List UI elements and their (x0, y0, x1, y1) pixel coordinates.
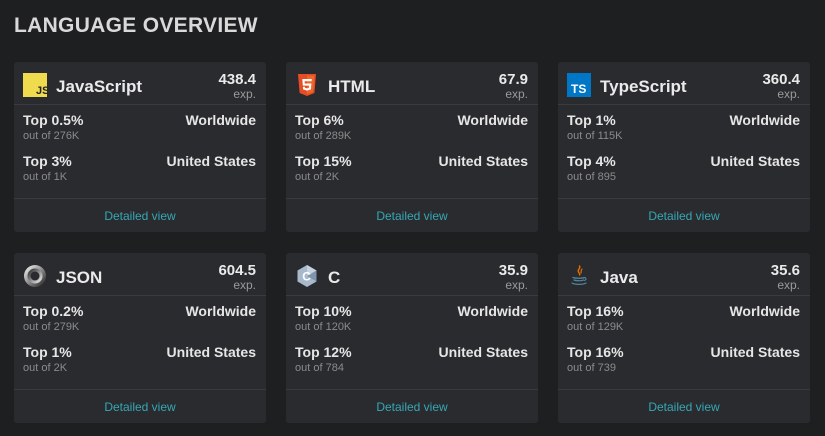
rank-united-states: Top 3% out of 1K United States (14, 146, 266, 187)
rank-worldwide: Top 1% out of 115K Worldwide (558, 105, 810, 146)
rank-worldwide: Top 6% out of 289K Worldwide (286, 105, 538, 146)
json-icon (23, 264, 47, 288)
svg-text:JS: JS (36, 85, 47, 97)
rank-region: United States (710, 153, 800, 169)
rank-united-states: Top 4% out of 895 United States (558, 146, 810, 187)
rank-total: out of 784 (295, 362, 344, 374)
rank-region: Worldwide (729, 303, 800, 319)
rank-total: out of 2K (23, 362, 68, 374)
experience-value: 438.4 (218, 71, 256, 88)
rank-percentile: Top 10% (295, 303, 352, 319)
rank-percentile: Top 12% (295, 344, 352, 360)
rank-total: out of 279K (23, 321, 80, 333)
rank-region: Worldwide (457, 112, 528, 128)
rank-region: Worldwide (729, 112, 800, 128)
language-name: Java (600, 268, 638, 287)
rank-total: out of 120K (295, 321, 352, 333)
rank-percentile: Top 16% (567, 344, 624, 360)
experience-value: 67.9 (498, 71, 528, 88)
rank-region: United States (710, 344, 800, 360)
experience-unit: exp. (505, 278, 528, 292)
rank-region: United States (166, 153, 256, 169)
experience-unit: exp. (233, 87, 256, 101)
rank-region: United States (166, 344, 256, 360)
detailed-view-link[interactable]: Detailed view (104, 209, 175, 223)
card-header: TS TypeScript 360.4 exp. (558, 62, 810, 105)
typescript-icon: TS (567, 73, 591, 97)
page-title: LANGUAGE OVERVIEW (14, 14, 258, 37)
rank-percentile: Top 6% (295, 112, 344, 128)
detailed-view-link[interactable]: Detailed view (648, 400, 719, 414)
rank-region: Worldwide (185, 112, 256, 128)
javascript-icon: JS (23, 73, 47, 97)
rank-total: out of 739 (567, 362, 616, 374)
experience-value: 35.6 (770, 262, 800, 279)
language-overview-page: LANGUAGE OVERVIEW JS JavaScript 438.4 ex… (0, 0, 825, 436)
rank-percentile: Top 4% (567, 153, 616, 169)
experience-unit: exp. (777, 278, 800, 292)
detailed-view-link[interactable]: Detailed view (104, 400, 175, 414)
c-language-icon: C (295, 264, 319, 288)
html5-icon (295, 73, 319, 97)
rank-united-states: Top 1% out of 2K United States (14, 337, 266, 378)
language-card-typescript: TS TypeScript 360.4 exp. Top 1% out of 1… (558, 62, 810, 232)
rank-total: out of 115K (567, 130, 623, 142)
rank-percentile: Top 16% (567, 303, 624, 319)
rank-region: United States (438, 153, 528, 169)
rank-united-states: Top 16% out of 739 United States (558, 337, 810, 378)
svg-text:C: C (302, 270, 311, 284)
rank-percentile: Top 1% (567, 112, 616, 128)
experience-value: 360.4 (762, 71, 800, 88)
detailed-view-link[interactable]: Detailed view (648, 209, 719, 223)
rank-total: out of 276K (23, 130, 80, 142)
language-name: C (328, 268, 341, 287)
svg-text:TS: TS (571, 82, 586, 96)
rank-total: out of 129K (567, 321, 624, 333)
card-header: C C 35.9 exp. (286, 253, 538, 296)
language-card-html: HTML 67.9 exp. Top 6% out of 289K Worldw… (286, 62, 538, 232)
rank-united-states: Top 12% out of 784 United States (286, 337, 538, 378)
java-icon (567, 264, 591, 288)
rank-total: out of 1K (23, 171, 68, 183)
language-name: JSON (56, 268, 103, 287)
card-header: JSON 604.5 exp. (14, 253, 266, 296)
experience-value: 604.5 (218, 262, 256, 279)
rank-percentile: Top 0.2% (23, 303, 84, 319)
rank-worldwide: Top 0.5% out of 276K Worldwide (14, 105, 266, 146)
language-card-java: Java 35.6 exp. Top 16% out of 129K World… (558, 253, 810, 423)
rank-percentile: Top 0.5% (23, 112, 84, 128)
card-header: JS JavaScript 438.4 exp. (14, 62, 266, 105)
language-name: JavaScript (56, 77, 142, 96)
experience-unit: exp. (505, 87, 528, 101)
rank-total: out of 289K (295, 130, 352, 142)
rank-percentile: Top 15% (295, 153, 352, 169)
rank-united-states: Top 15% out of 2K United States (286, 146, 538, 187)
language-card-javascript: JS JavaScript 438.4 exp. Top 0.5% out of… (14, 62, 266, 232)
rank-worldwide: Top 0.2% out of 279K Worldwide (14, 296, 266, 337)
detailed-view-link[interactable]: Detailed view (376, 209, 447, 223)
language-card-c: C C 35.9 exp. Top 10% out of 120K Worldw… (286, 253, 538, 423)
rank-total: out of 2K (295, 171, 340, 183)
card-header: Java 35.6 exp. (558, 253, 810, 296)
rank-percentile: Top 1% (23, 344, 72, 360)
experience-value: 35.9 (498, 262, 528, 279)
experience-unit: exp. (777, 87, 800, 101)
rank-region: Worldwide (457, 303, 528, 319)
rank-worldwide: Top 10% out of 120K Worldwide (286, 296, 538, 337)
rank-worldwide: Top 16% out of 129K Worldwide (558, 296, 810, 337)
language-name: TypeScript (600, 77, 687, 96)
rank-region: Worldwide (185, 303, 256, 319)
card-header: HTML 67.9 exp. (286, 62, 538, 105)
rank-total: out of 895 (567, 171, 616, 183)
experience-unit: exp. (233, 278, 256, 292)
detailed-view-link[interactable]: Detailed view (376, 400, 447, 414)
language-name: HTML (328, 77, 376, 96)
language-card-json: JSON 604.5 exp. Top 0.2% out of 279K Wor… (14, 253, 266, 423)
rank-percentile: Top 3% (23, 153, 72, 169)
rank-region: United States (438, 344, 528, 360)
